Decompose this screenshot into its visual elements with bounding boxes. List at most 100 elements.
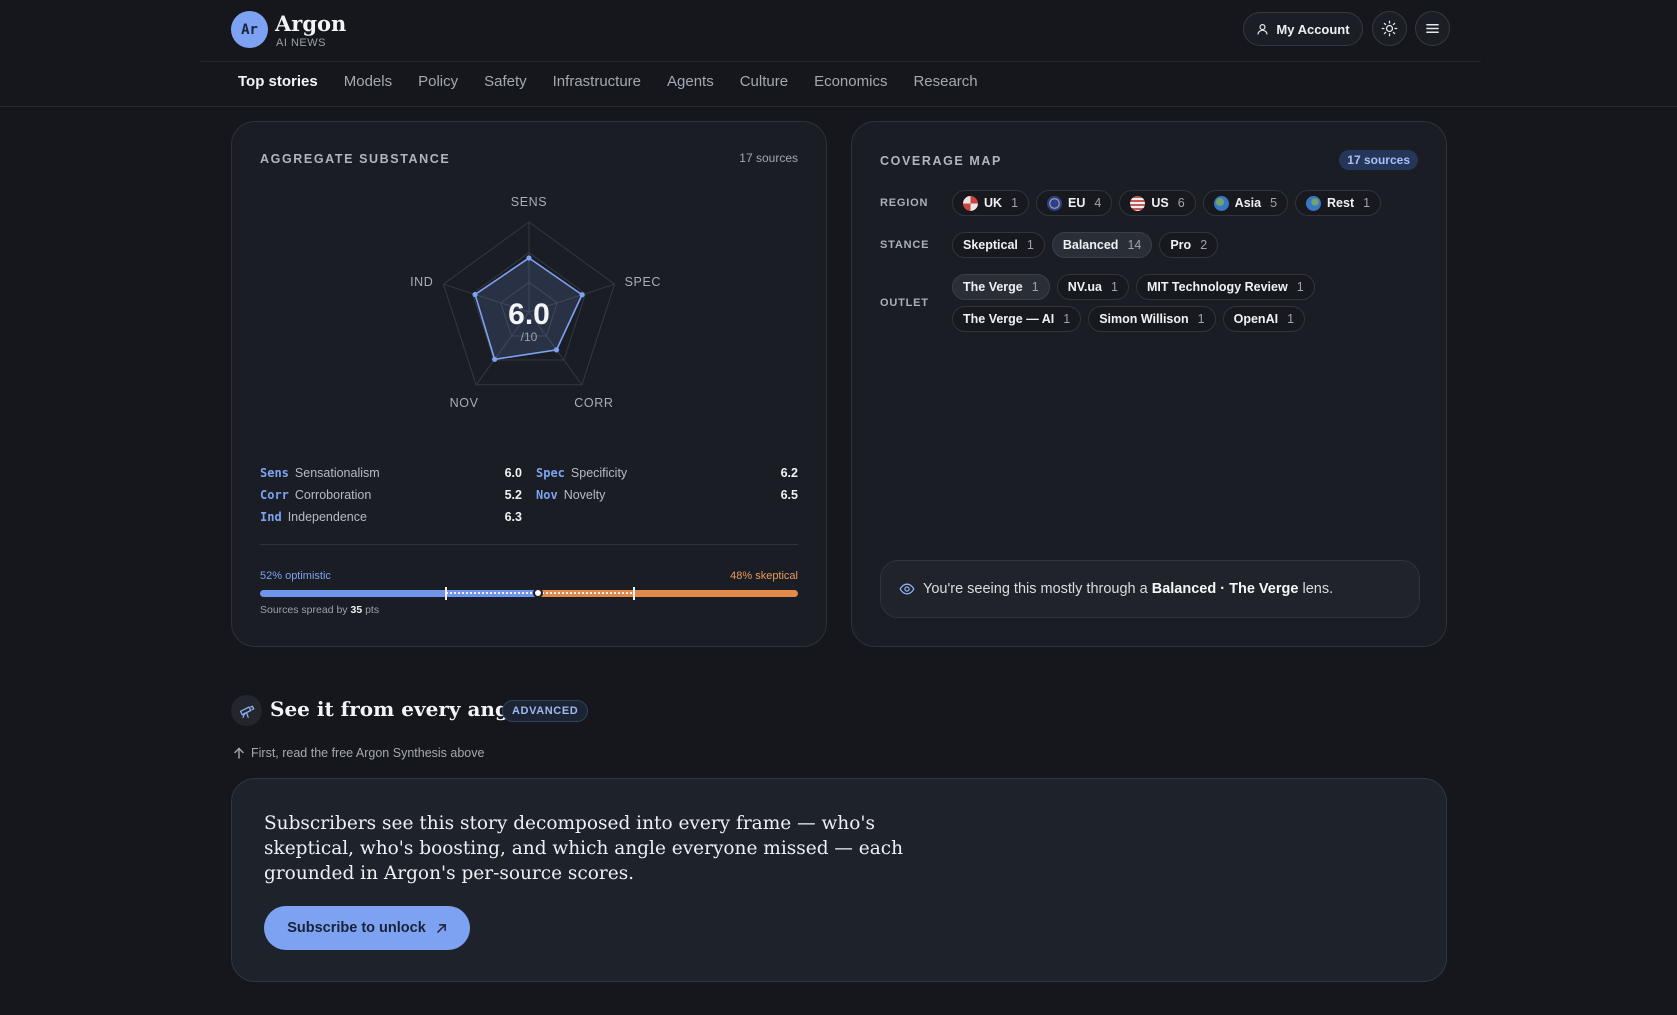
chip-count: 4 xyxy=(1094,196,1102,210)
nav-culture[interactable]: Culture xyxy=(740,73,788,90)
my-account-button[interactable]: My Account xyxy=(1243,12,1363,46)
nav-infrastructure[interactable]: Infrastructure xyxy=(553,73,641,90)
hamburger-icon xyxy=(1426,24,1439,33)
region-chip-asia[interactable]: Asia 5 xyxy=(1202,190,1289,216)
stance-chip-balanced[interactable]: Balanced 14 xyxy=(1051,232,1153,258)
chip-label: MIT Technology Review xyxy=(1146,280,1288,294)
chip-label: The Verge xyxy=(963,280,1023,294)
us-flag-icon xyxy=(1130,195,1146,211)
region-chip-rest[interactable]: Rest 1 xyxy=(1295,190,1382,216)
sources-spread-note: Sources spread by 35 pts xyxy=(260,604,379,616)
spread-max-tick xyxy=(633,587,635,600)
subscribe-card: Subscribers see this story decomposed in… xyxy=(231,778,1447,982)
aggregate-substance-card: AGGREGATE SUBSTANCE 17 sources SENS SPEC C… xyxy=(231,121,827,647)
metric-abbr: Nov xyxy=(536,488,558,502)
brand-name[interactable]: Argon xyxy=(275,11,346,36)
theme-toggle-button[interactable] xyxy=(1372,11,1407,46)
nav-safety[interactable]: Safety xyxy=(484,73,527,90)
nav-models[interactable]: Models xyxy=(344,73,392,90)
radar-axis-label-spec: SPEC xyxy=(625,275,661,289)
metric-abbr: Ind xyxy=(260,510,282,524)
substance-radar-chart: SENS SPEC CORR NOV IND 6.0 /10 xyxy=(410,195,661,410)
outlet-chip-the-verge-ai[interactable]: The Verge — AI 1 xyxy=(952,306,1082,332)
metric-novelty: Nov Novelty 6.5 xyxy=(536,488,798,502)
region-chip-eu[interactable]: EU 4 xyxy=(1036,190,1113,216)
metric-value: 5.2 xyxy=(504,488,522,502)
subscribe-button-label: Subscribe to unlock xyxy=(287,920,426,936)
lens-notice: You're seeing this mostly through a Bala… xyxy=(880,560,1420,618)
chip-count: 5 xyxy=(1270,196,1278,210)
chip-count: 1 xyxy=(1110,280,1118,294)
arrow-up-icon xyxy=(234,747,244,759)
chip-label: OpenAI xyxy=(1233,312,1279,326)
coverage-title: COVERAGE MAP xyxy=(880,154,1002,168)
outlet-chip-nv-ua[interactable]: NV.ua 1 xyxy=(1056,274,1129,300)
lens-suffix: lens. xyxy=(1302,581,1334,597)
outlet-chips-row-1: The Verge 1 NV.ua 1 MIT Technology Review 1 xyxy=(952,274,1315,300)
chip-count: 1 xyxy=(1197,312,1205,326)
skeptical-label: 48% skeptical xyxy=(730,570,798,582)
metric-independence: Ind Independence 6.3 xyxy=(260,510,522,524)
lens-stance: Balanced xyxy=(1151,581,1217,597)
spread-min-tick xyxy=(445,587,447,600)
subscribe-to-unlock-button[interactable]: Subscribe to unlock xyxy=(264,906,470,950)
outlet-chips-row-2: The Verge — AI 1 Simon Willison 1 OpenAI 1 xyxy=(952,306,1306,332)
metric-value: 6.5 xyxy=(780,488,798,502)
nav-top-stories[interactable]: Top stories xyxy=(238,73,318,90)
chip-label: Balanced xyxy=(1062,238,1119,252)
radar-point-sens xyxy=(526,255,532,261)
coverage-sources-badge: 17 sources xyxy=(1339,150,1418,170)
radar-axis-label-sens: SENS xyxy=(511,195,547,209)
uk-flag-icon xyxy=(963,195,978,211)
region-label: REGION xyxy=(880,197,929,209)
brand-subtitle: AI NEWS xyxy=(276,37,326,49)
eye-icon xyxy=(899,583,915,595)
stance-balance-marker xyxy=(533,588,543,598)
sun-icon xyxy=(1381,20,1398,37)
eu-flag-icon xyxy=(1047,195,1063,211)
metric-name: Independence xyxy=(287,510,367,524)
metric-name: Specificity xyxy=(570,466,628,480)
outlet-chip-simon-willison[interactable]: Simon Willison 1 xyxy=(1088,306,1216,332)
rest-globe-icon xyxy=(1306,195,1322,211)
chip-count: 14 xyxy=(1127,238,1142,252)
metric-value: 6.2 xyxy=(780,466,798,480)
chip-count: 6 xyxy=(1177,196,1185,210)
region-chips: UK 1 EU 4 US 6 Asia 5 Rest 1 xyxy=(952,190,1382,216)
outlet-chip-openai[interactable]: OpenAI 1 xyxy=(1222,306,1306,332)
menu-button[interactable] xyxy=(1415,11,1450,46)
chip-label: Asia xyxy=(1234,196,1262,210)
metric-name: Novelty xyxy=(563,488,606,502)
chip-label: Skeptical xyxy=(963,238,1018,252)
chip-label: Simon Willison xyxy=(1099,312,1189,326)
stance-chip-skeptical[interactable]: Skeptical 1 xyxy=(952,232,1045,258)
site-header: Ar Argon AI NEWS My Account Top stories … xyxy=(0,0,1677,107)
chip-count: 1 xyxy=(1026,238,1034,252)
region-chip-us[interactable]: US 6 xyxy=(1119,190,1196,216)
stance-chip-pro[interactable]: Pro 2 xyxy=(1159,232,1219,258)
chip-label: The Verge — AI xyxy=(963,312,1055,326)
region-chip-uk[interactable]: UK 1 xyxy=(952,190,1030,216)
nav-agents[interactable]: Agents xyxy=(667,73,714,90)
chip-label: Rest xyxy=(1327,196,1355,210)
chip-label: EU xyxy=(1068,196,1086,210)
chip-count: 1 xyxy=(1031,280,1039,294)
lens-prefix: You're seeing this mostly through a xyxy=(923,581,1148,597)
outlet-chip-mit-technology-review[interactable]: MIT Technology Review 1 xyxy=(1135,274,1315,300)
advanced-note-text: First, read the free Argon Synthesis abo… xyxy=(251,746,485,760)
chip-count: 1 xyxy=(1063,312,1071,326)
metric-value: 6.0 xyxy=(504,466,522,480)
nav-economics[interactable]: Economics xyxy=(814,73,887,90)
nav-policy[interactable]: Policy xyxy=(418,73,458,90)
radar-axis-label-ind: IND xyxy=(410,275,433,289)
metric-abbr: Sens xyxy=(260,466,289,480)
nav-research[interactable]: Research xyxy=(913,73,977,90)
stance-chips: Skeptical 1 Balanced 14 Pro 2 xyxy=(952,232,1219,258)
lens-separator: · xyxy=(1220,581,1226,597)
aggregate-title: AGGREGATE SUBSTANCE xyxy=(260,152,451,166)
outlet-chip-the-verge[interactable]: The Verge 1 xyxy=(952,274,1050,300)
radar-point-ind xyxy=(472,291,478,298)
top-bar: Ar Argon AI NEWS My Account xyxy=(201,0,1481,62)
metric-value: 6.3 xyxy=(504,510,522,524)
logo-badge[interactable]: Ar xyxy=(231,11,268,48)
